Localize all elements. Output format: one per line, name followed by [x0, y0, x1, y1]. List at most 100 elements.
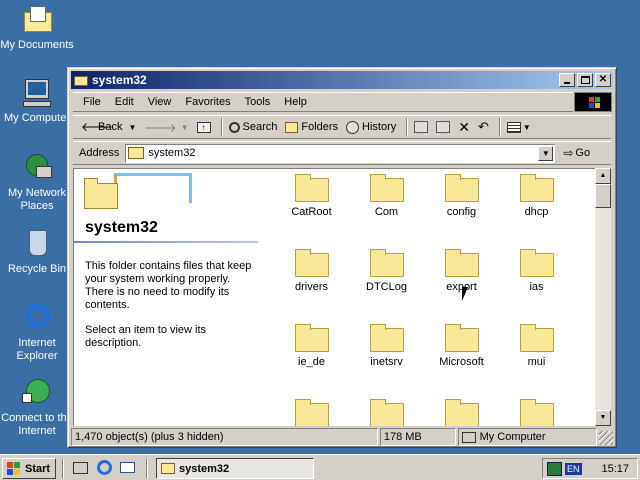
address-bar: Address system32 ▼ ⇨ Go	[73, 141, 611, 165]
close-button[interactable]: ✕	[595, 73, 611, 87]
desktop-icon-label: Connect to the Internet	[1, 412, 73, 437]
folder-icon	[519, 324, 554, 352]
delete-button[interactable]: ✕	[458, 119, 470, 136]
minimize-button[interactable]	[559, 73, 575, 87]
desktop-icon-network-places[interactable]: My Network Places	[0, 152, 74, 213]
folder-item[interactable]: drivers	[274, 249, 349, 293]
folder-item[interactable]: ias	[499, 249, 574, 293]
move-to-icon	[414, 121, 429, 133]
tray-app-icon[interactable]	[547, 461, 562, 476]
menu-view[interactable]: View	[148, 96, 172, 108]
folder-item[interactable]: DTCLog	[349, 249, 424, 293]
resize-grip-icon[interactable]	[599, 431, 613, 445]
copy-to-icon	[436, 121, 451, 133]
go-button[interactable]: ⇨ Go	[563, 146, 590, 160]
language-indicator[interactable]: EN	[565, 462, 582, 475]
webview-pane: system32 This folder contains files that…	[74, 169, 258, 426]
menu-help[interactable]: Help	[284, 96, 307, 108]
recycle-bin-icon	[20, 228, 54, 260]
folder-content: system32 This folder contains files that…	[73, 168, 597, 426]
folder-item[interactable]	[349, 399, 424, 426]
toolbar-separator	[498, 118, 501, 136]
start-button[interactable]: Start	[2, 458, 56, 479]
folder-item[interactable]: Microsoft	[424, 324, 499, 368]
folder-label: dhcp	[524, 206, 549, 218]
folder-item[interactable]	[274, 399, 349, 426]
desktop-icon-connect-internet[interactable]: Connect to the Internet	[0, 377, 74, 438]
address-input[interactable]: system32 ▼	[125, 143, 556, 163]
taskbar-button-system32[interactable]: system32	[156, 458, 314, 479]
folder-item[interactable]: CatRoot	[274, 174, 349, 218]
menu-edit[interactable]: Edit	[115, 96, 134, 108]
folder-item[interactable]: ie_de	[274, 324, 349, 368]
desktop-icon-label: Internet Explorer	[16, 337, 58, 362]
desktop-icon-internet-explorer[interactable]: Internet Explorer	[0, 302, 74, 363]
forward-button[interactable]: 🡒 ▼	[144, 120, 188, 135]
folder-item[interactable]: dhcp	[499, 174, 574, 218]
address-label: Address	[79, 147, 120, 159]
folders-icon	[285, 121, 299, 133]
folder-icon	[444, 399, 479, 426]
menu-file[interactable]: File	[83, 96, 101, 108]
history-icon	[346, 120, 360, 134]
desktop-icon-label: My Network Places	[7, 187, 67, 212]
search-button[interactable]: Search	[228, 121, 277, 133]
views-button[interactable]: ▼	[506, 121, 531, 133]
copy-to-button[interactable]	[436, 121, 451, 133]
menu-bar: File Edit View Favorites Tools Help	[73, 92, 573, 112]
my-computer-icon	[461, 431, 476, 443]
menu-favorites[interactable]: Favorites	[185, 96, 230, 108]
connect-internet-icon	[20, 377, 54, 409]
go-label: Go	[575, 147, 591, 159]
desktop-icon-my-documents[interactable]: My Documents	[0, 4, 74, 52]
history-button[interactable]: History	[346, 120, 396, 134]
clock[interactable]: 15:17	[601, 463, 629, 475]
desktop-icon-label: My Computer	[3, 112, 71, 124]
folder-icon	[519, 249, 554, 277]
folder-item[interactable]	[424, 399, 499, 426]
folder-icon	[369, 249, 404, 277]
scroll-down-button[interactable]: ▼	[595, 410, 611, 426]
close-icon: ✕	[598, 74, 608, 85]
folder-item[interactable]	[499, 399, 574, 426]
menu-tools[interactable]: Tools	[245, 96, 271, 108]
toolbar-separator	[220, 118, 223, 136]
address-dropdown-button[interactable]: ▼	[538, 145, 554, 161]
internet-explorer-icon[interactable]	[96, 459, 114, 477]
quicklaunch-separator	[62, 459, 64, 478]
folder-icon	[369, 399, 404, 426]
mouse-cursor-icon	[462, 287, 468, 301]
show-desktop-icon[interactable]	[72, 459, 90, 477]
explorer-window: system32 ✕ File Edit View Favorites Tool…	[67, 67, 617, 448]
folder-item[interactable]: Com	[349, 174, 424, 218]
scroll-up-button[interactable]: ▲	[595, 168, 611, 184]
move-to-button[interactable]	[414, 121, 429, 133]
quicklaunch-separator	[146, 459, 148, 478]
up-folder-button[interactable]: ↑	[196, 121, 211, 133]
maximize-button[interactable]	[577, 73, 593, 87]
go-arrow-icon: ⇨	[563, 146, 574, 160]
folder-item[interactable]: config	[424, 174, 499, 218]
folder-icon	[444, 324, 479, 352]
title-bar[interactable]: system32 ✕	[71, 71, 613, 89]
folder-icon	[294, 399, 329, 426]
status-bar: 1,470 object(s) (plus 3 hidden) 178 MB M…	[71, 428, 613, 446]
folder-icon	[128, 147, 145, 159]
toolbar: 🡐 Back ▼ 🡒 ▼ ↑ Search Folders History ✕ …	[73, 115, 611, 139]
folders-label: Folders	[301, 121, 339, 133]
outlook-express-icon[interactable]	[119, 459, 137, 477]
folders-button[interactable]: Folders	[285, 121, 338, 133]
folder-label: Microsoft	[439, 356, 484, 368]
vertical-scrollbar[interactable]: ▲ ▼	[595, 168, 611, 426]
desktop-icon-recycle-bin[interactable]: Recycle Bin	[0, 228, 74, 276]
back-button[interactable]: 🡐 Back ▼	[81, 120, 136, 134]
undo-button[interactable]: ↶	[478, 119, 489, 135]
desktop-icon-my-computer[interactable]: My Computer	[0, 77, 74, 125]
folder-item[interactable]: inetsrv	[349, 324, 424, 368]
scroll-thumb[interactable]	[595, 184, 611, 208]
folder-icon	[161, 463, 175, 474]
folder-label: ias	[529, 281, 544, 293]
big-folder-tab	[84, 178, 98, 184]
folder-icon	[294, 324, 329, 352]
folder-item[interactable]: mui	[499, 324, 574, 368]
